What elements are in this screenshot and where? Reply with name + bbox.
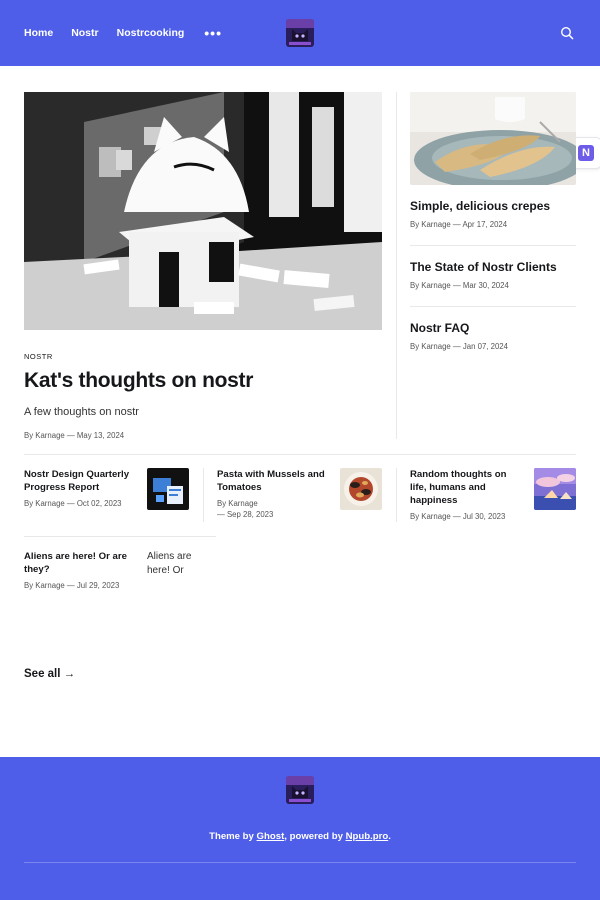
footer-logo[interactable] xyxy=(286,776,314,804)
footer-credits: Theme by Ghost, powered by Npub.pro. xyxy=(0,831,600,842)
search-icon[interactable] xyxy=(560,26,574,40)
section-divider xyxy=(24,454,576,455)
divider xyxy=(410,245,576,246)
main-nav: Home Nostr Nostrcooking ••• xyxy=(24,0,222,66)
sidebar-post-title[interactable]: Nostr FAQ xyxy=(410,321,576,335)
post-card-meta: By Karnage — Jul 29, 2023 xyxy=(24,581,120,590)
post-card-thumbnail[interactable] xyxy=(147,468,189,510)
post-card-title[interactable]: Pasta with Mussels and Tomatoes xyxy=(217,468,332,494)
credits-prefix: Theme by xyxy=(209,831,257,842)
sidebar-post-meta: By Karnage — Apr 17, 2024 xyxy=(410,220,508,229)
see-all-link[interactable]: See all → xyxy=(24,668,75,680)
npub-link[interactable]: Npub.pro xyxy=(346,831,389,842)
site-header: Home Nostr Nostrcooking ••• xyxy=(0,0,600,66)
post-card[interactable]: Pasta with Mussels and Tomatoes By Karna… xyxy=(217,468,332,520)
post-card-meta: By Karnage — Oct 02, 2023 xyxy=(24,499,122,508)
divider xyxy=(24,536,216,537)
post-card-meta: By Karnage — Jul 30, 2023 xyxy=(410,512,506,521)
sidebar-post-meta: By Karnage — Jan 07, 2024 xyxy=(410,342,508,351)
crepes-image[interactable] xyxy=(410,92,576,185)
nav-home[interactable]: Home xyxy=(24,27,53,39)
footer-divider xyxy=(24,862,576,863)
post-tag[interactable]: NOSTR xyxy=(24,352,53,361)
column-divider xyxy=(396,92,397,439)
hero-title[interactable]: Kat's thoughts on nostr xyxy=(24,369,253,393)
post-card-thumbnail[interactable] xyxy=(534,468,576,510)
post-card[interactable]: Random thoughts on life, humans and happ… xyxy=(410,468,525,522)
nav-nostrcooking[interactable]: Nostrcooking xyxy=(117,27,185,39)
broken-image-alt[interactable]: Aliens are here! Or xyxy=(147,550,195,592)
post-card[interactable]: Aliens are here! Or are they? By Karnage… xyxy=(24,550,139,591)
column-divider xyxy=(396,468,397,522)
sidebar-post-meta: By Karnage — Mar 30, 2024 xyxy=(410,281,509,290)
sidebar-post[interactable]: The State of Nostr Clients By Karnage — … xyxy=(410,260,576,290)
sidebar-post[interactable]: Nostr FAQ By Karnage — Jan 07, 2024 xyxy=(410,321,576,351)
nav-nostr[interactable]: Nostr xyxy=(71,27,98,39)
post-card-meta: By Karnage — Sep 28, 2023 xyxy=(217,499,274,519)
ellipsis-icon[interactable]: ••• xyxy=(204,26,222,40)
divider xyxy=(410,306,576,307)
post-card-title[interactable]: Nostr Design Quarterly Progress Report xyxy=(24,468,139,494)
site-footer: Theme by Ghost, powered by Npub.pro. xyxy=(0,757,600,900)
credits-middle: , powered by xyxy=(284,831,346,842)
post-card-title[interactable]: Random thoughts on life, humans and happ… xyxy=(410,468,525,507)
hero-meta: By Karnage — May 13, 2024 xyxy=(24,431,125,440)
hero-image[interactable] xyxy=(24,92,382,330)
hero-excerpt: A few thoughts on nostr xyxy=(24,406,139,418)
ghost-link[interactable]: Ghost xyxy=(257,831,285,842)
sidebar-post[interactable]: Simple, delicious crepes By Karnage — Ap… xyxy=(410,199,576,229)
nostr-icon: N xyxy=(578,145,594,161)
sidebar-post-title[interactable]: The State of Nostr Clients xyxy=(410,260,576,274)
post-card-title[interactable]: Aliens are here! Or are they? xyxy=(24,550,139,576)
site-logo[interactable] xyxy=(286,19,314,47)
post-card-thumbnail[interactable] xyxy=(340,468,382,510)
credits-suffix: . xyxy=(388,831,391,842)
sidebar-post-title[interactable]: Simple, delicious crepes xyxy=(410,199,576,213)
column-divider xyxy=(203,468,204,522)
post-card[interactable]: Nostr Design Quarterly Progress Report B… xyxy=(24,468,139,509)
